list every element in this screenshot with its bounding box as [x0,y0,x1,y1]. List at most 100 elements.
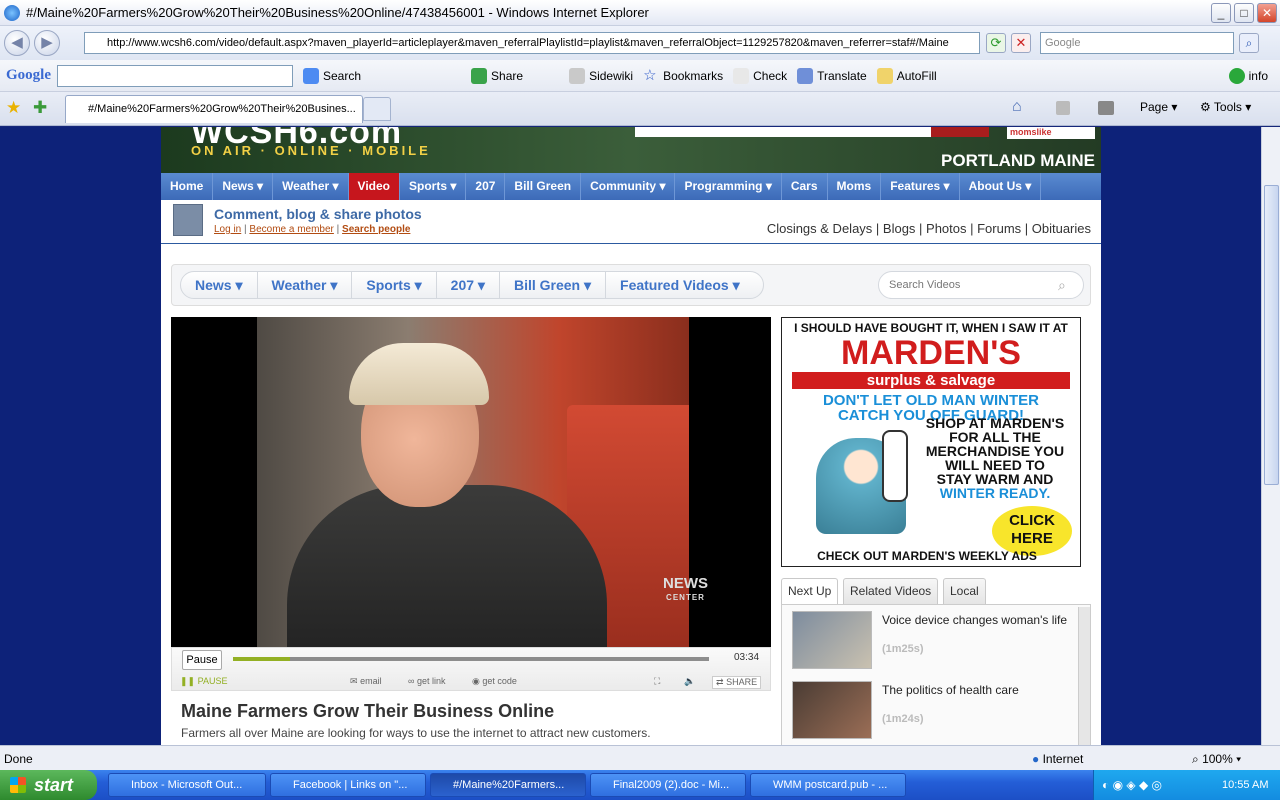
tab-next-up[interactable]: Next Up [781,578,839,605]
nav-news[interactable]: News ▾ [213,173,274,200]
clock: 10:55 AM [1222,779,1269,791]
get-code-control[interactable]: ◉ get code [472,676,517,687]
vnav-sports[interactable]: Sports ▾ [352,272,437,298]
close-button[interactable]: ✕ [1257,3,1277,23]
refresh-icon[interactable]: ⟳ [986,33,1006,53]
taskbar-item-publisher[interactable]: WMM postcard.pub - ... [750,773,906,797]
toolbar-translate[interactable]: Translate [797,67,867,84]
become-member-link[interactable]: Become a member [249,224,333,235]
start-button[interactable]: start [0,770,97,800]
email-control[interactable]: ✉ email [350,676,382,687]
nav-bill-green[interactable]: Bill Green [505,173,582,200]
search-input[interactable]: Google [1040,32,1234,54]
nav-weather[interactable]: Weather ▾ [273,173,349,200]
nav-home[interactable]: Home [161,173,214,200]
search-go-icon[interactable]: ⌕ [1239,33,1259,53]
google-search-field[interactable] [57,64,293,87]
taskbar-item-facebook[interactable]: Facebook | Links on "... [270,773,426,797]
share-button[interactable]: ⇄ SHARE [712,676,762,689]
new-tab-button[interactable] [363,97,391,121]
tray-icons[interactable]: ◐ ◉ ◈ ◆ ◎ [1102,778,1162,792]
scrollbar-thumb[interactable] [1264,185,1279,485]
moms-like-me-logo[interactable]: momslike [1007,127,1095,139]
nav-moms[interactable]: Moms [828,173,882,200]
link-icon: ∞ [408,676,415,686]
vnav-news[interactable]: News ▾ [181,272,258,298]
web-page: WCSH6.com ON AIR · ONLINE · MOBILE momsl… [161,127,1101,745]
ie-logo-icon [4,4,20,21]
vnav-207[interactable]: 207 ▾ [437,272,500,298]
next-up-scrollbar[interactable] [1078,607,1090,745]
minimize-button[interactable]: _ [1211,3,1231,23]
maximize-button[interactable]: □ [1234,3,1254,23]
person-body [287,485,607,647]
search-icon[interactable]: ⌕ [1058,277,1066,294]
url-field[interactable]: http://www.wcsh6.com/video/default.aspx?… [84,32,980,54]
nav-about-us[interactable]: About Us ▾ [960,173,1042,200]
list-item[interactable]: Voice device changes woman's life (1m25s… [792,607,1072,673]
video-player[interactable]: NEWS CENTER [171,317,771,647]
get-link-control[interactable]: ∞ get link [408,676,445,686]
pause-icon: ❚❚ [180,676,196,686]
tools-menu[interactable]: ⚙ Tools ▾ [1200,100,1251,114]
toolbar-check[interactable]: Check [733,67,787,84]
nav-video[interactable]: Video [348,173,401,200]
google-logo: Google [6,67,51,83]
toolbar-share[interactable]: Share [471,67,523,84]
volume-icon[interactable]: 🔈 [684,676,695,687]
fullscreen-icon[interactable]: ⛶ [654,676,660,687]
mardens-ad[interactable]: I SHOULD HAVE BOUGHT IT, WHEN I SAW IT A… [781,317,1081,567]
print-icon[interactable] [1098,101,1114,115]
stop-icon[interactable]: ✕ [1011,33,1031,53]
nav-207[interactable]: 207 [466,173,506,200]
back-button[interactable]: ◀ [4,30,30,56]
zoom-control[interactable]: ⌕ 100% ▾ [1192,752,1241,767]
list-item[interactable]: The politics of health care (1m24s) [792,677,1072,743]
toolbar-autofill[interactable]: AutoFill [876,67,937,84]
nav-features[interactable]: Features ▾ [881,173,960,200]
nav-sports[interactable]: Sports ▾ [400,173,467,200]
toolbar-info[interactable]: info [1228,67,1268,84]
next-up-list: Voice device changes woman's life (1m25s… [781,604,1091,745]
community-links: Log in | Become a member | Search people [214,224,411,235]
tab-related-videos[interactable]: Related Videos [843,578,939,604]
search-people-link[interactable]: Search people [342,224,410,235]
search-videos-input[interactable]: Search Videos [878,271,1084,299]
page-menu[interactable]: Page ▾ [1140,100,1177,114]
video-item-duration: (1m25s) [882,643,924,655]
favorites-star-icon[interactable]: ★ [6,98,21,118]
progress-bar[interactable] [233,657,709,661]
taskbar: start Inbox - Microsoft Out... Facebook … [0,770,1280,800]
tab-active[interactable]: #/Maine%20Farmers%20Grow%20Their%20Busin… [65,95,363,123]
vnav-featured[interactable]: Featured Videos ▾ [606,272,754,298]
avatar [173,204,203,236]
home-icon[interactable]: ⌂ [1012,98,1022,116]
nav-cars[interactable]: Cars [782,173,828,200]
share-icon: ⇄ [716,677,724,687]
site-search-box[interactable] [635,127,931,137]
login-link[interactable]: Log in [214,224,241,235]
taskbar-item-word[interactable]: Final2009 (2).doc - Mi... [590,773,746,797]
toolbar-bookmarks[interactable]: ☆ Bookmarks [643,67,723,84]
toolbar-sidewiki[interactable]: Sidewiki [569,67,633,84]
page-scrollbar[interactable] [1261,127,1280,745]
taskbar-item-ie[interactable]: #/Maine%20Farmers... [430,773,586,797]
nav-community[interactable]: Community ▾ [581,173,676,200]
nav-programming[interactable]: Programming ▾ [675,173,782,200]
tab-local[interactable]: Local [943,578,986,604]
vnav-weather[interactable]: Weather ▾ [258,272,353,298]
utility-links[interactable]: Closings & Delays | Blogs | Photos | For… [767,221,1091,236]
video-item-title[interactable]: Voice device changes woman's life [882,613,1067,628]
forward-button[interactable]: ▶ [34,30,60,56]
toolbar-search[interactable]: Search [303,67,361,84]
location-label: PORTLAND MAINE [941,151,1095,170]
video-item-title[interactable]: The politics of health care [882,683,1019,698]
video-thumbnail[interactable] [792,611,872,669]
site-search-button[interactable] [931,127,989,137]
add-favorites-icon[interactable]: ✚ [33,98,47,118]
feeds-icon[interactable] [1056,101,1070,115]
pause-button[interactable]: Pause [182,650,222,670]
video-thumbnail[interactable] [792,681,872,739]
taskbar-item-outlook[interactable]: Inbox - Microsoft Out... [108,773,266,797]
vnav-bill-green[interactable]: Bill Green ▾ [500,272,607,298]
